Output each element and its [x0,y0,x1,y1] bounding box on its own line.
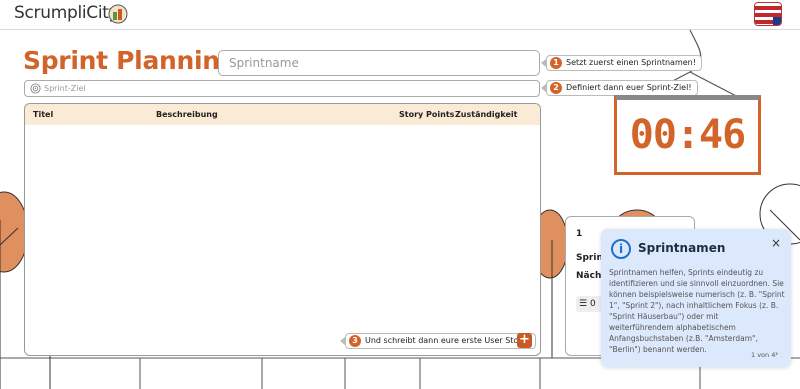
hint-number-badge: 3 [349,335,361,347]
popover-page-counter: 1 von 4 [751,351,776,359]
popover-body: Sprintnamen helfen, Sprints eindeutig zu… [609,268,785,354]
story-count-value: 0 [590,299,596,309]
hint-first-user-story: 3 Und schreibt dann eure erste User Stor… [340,333,536,349]
close-icon[interactable]: × [771,236,781,250]
sprint-goal-field[interactable] [24,80,540,97]
table-header: Titel Beschreibung Story Points Zuständi… [25,104,540,125]
column-header-title[interactable]: Titel [33,110,53,119]
hint-text: Und schreibt dann eure erste User Story! [365,336,530,345]
chevron-right-icon[interactable]: › [775,349,778,358]
list-icon: ☰ [579,299,588,309]
target-icon [30,83,41,94]
sprint-timer: 00:46 [614,95,761,175]
column-header-description[interactable]: Beschreibung [156,110,218,119]
info-icon: i [611,239,631,259]
help-popover: i Sprintnamen × Sprintnamen helfen, Spri… [601,229,791,367]
sprint-goal-input[interactable] [42,81,537,96]
add-user-story-button[interactable]: + [517,333,532,348]
user-story-table: Titel Beschreibung Story Points Zuständi… [24,103,541,356]
sprint-number: 1 [576,229,583,239]
sprint-name-input[interactable] [218,50,540,76]
hint-sprint-name: 1 Setzt zuerst einen Sprintnamen! [541,55,702,71]
popover-title: Sprintnamen [638,241,726,255]
hint-text: Definiert dann euer Sprint-Ziel! [566,83,692,92]
column-header-assignee[interactable]: Zuständigkeit [455,110,517,119]
hint-number-badge: 2 [550,82,562,94]
hint-text: Setzt zuerst einen Sprintnamen! [566,58,696,67]
hint-number-badge: 1 [550,57,562,69]
column-header-story-points[interactable]: Story Points [399,110,454,119]
hint-sprint-goal: 2 Definiert dann euer Sprint-Ziel! [541,80,698,96]
